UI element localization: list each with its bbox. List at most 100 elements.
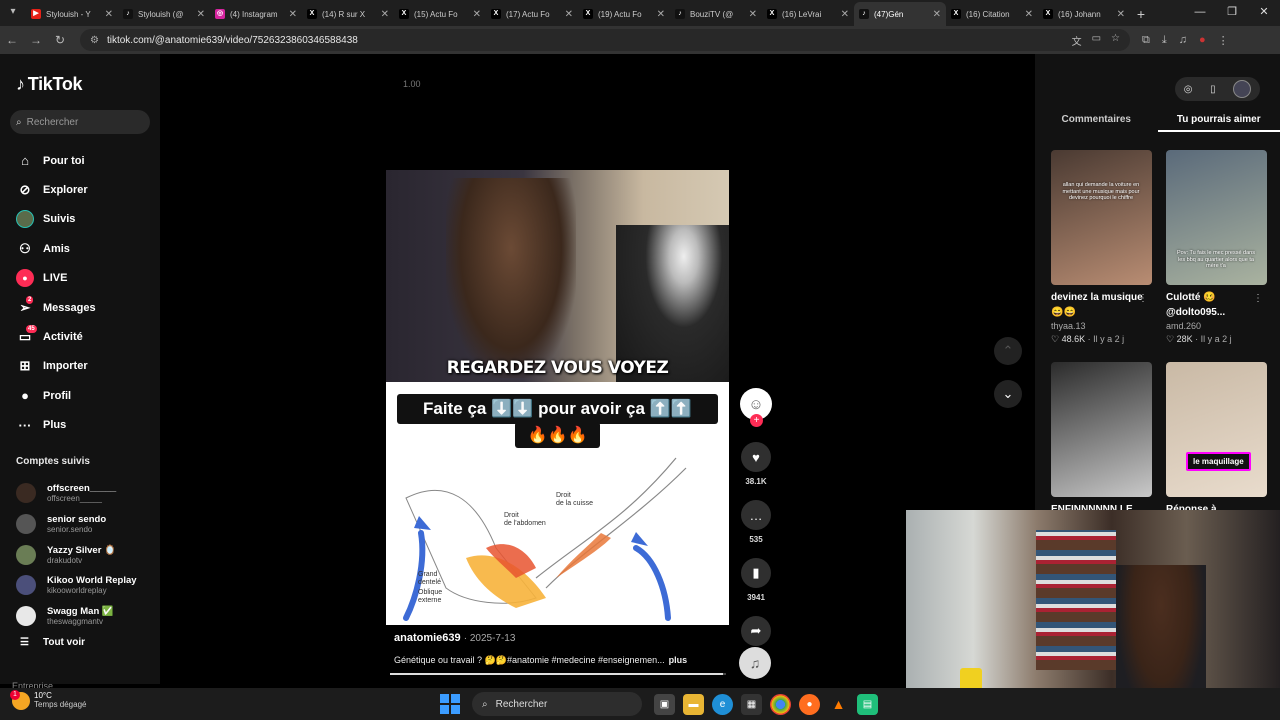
new-tab-button[interactable]: + <box>1130 2 1152 26</box>
firefox-icon[interactable]: ● <box>799 693 820 715</box>
video-thumbnail[interactable] <box>1051 362 1152 497</box>
close-tab-icon[interactable]: ✕ <box>289 9 297 20</box>
close-tab-icon[interactable]: ✕ <box>1025 9 1033 20</box>
more-link[interactable]: plus <box>669 655 688 665</box>
follow-plus-icon[interactable]: + <box>750 414 763 427</box>
comment-icon[interactable]: … <box>741 500 771 530</box>
close-tab-icon[interactable]: ✕ <box>841 9 849 20</box>
close-tab-icon[interactable]: ✕ <box>473 9 481 20</box>
recommended-video-card[interactable]: allan qui demande la voiture en mettant … <box>1051 150 1152 345</box>
browser-tab[interactable]: ♪ (47)Gén ✕ <box>854 2 946 26</box>
recommended-video-card[interactable]: ENFINNNNNN LE <box>1051 362 1152 517</box>
sidebar-item-live[interactable]: ● LIVE <box>0 264 160 293</box>
share-icon[interactable]: ➦ <box>741 616 771 646</box>
sidebar-item-activit[interactable]: ▭ 45 Activité <box>0 322 160 351</box>
followed-account[interactable]: Swagg Man ✅ theswaggmantv <box>0 601 160 632</box>
video-player[interactable]: REGARDEZ VOUS VOYEZ Droit de la cuisse D… <box>386 170 729 625</box>
profile-icon[interactable]: ● <box>1199 34 1206 47</box>
sidebar-item-suivis[interactable]: Suivis <box>0 205 160 234</box>
close-tab-icon[interactable]: ✕ <box>749 9 757 20</box>
vlc-icon[interactable]: ▲ <box>828 694 849 715</box>
followed-account[interactable]: Kikoo World Replay kikooworldreplay <box>0 570 160 601</box>
extensions-icon[interactable]: ⧉ <box>1142 34 1150 47</box>
app-icon[interactable]: ▤ <box>857 693 878 715</box>
upload-icon[interactable]: ◎ <box>1184 84 1193 95</box>
close-window-button[interactable]: ✕ <box>1248 0 1280 26</box>
media-controls-icon[interactable]: ♫ <box>1179 34 1187 47</box>
save-action[interactable]: ▮ 3941 <box>739 558 773 602</box>
store-icon[interactable]: ▦ <box>741 693 762 715</box>
weather-widget[interactable]: 1 10°C Temps dégagé <box>10 689 86 710</box>
more-options-icon[interactable]: ⋮ <box>1138 293 1148 304</box>
tab-search-icon[interactable]: ▾ <box>6 5 20 19</box>
close-tab-icon[interactable]: ✕ <box>105 9 113 20</box>
tab-comments[interactable]: Commentaires <box>1035 108 1158 132</box>
back-icon[interactable]: ← <box>0 33 24 47</box>
minimize-button[interactable]: — <box>1184 0 1216 26</box>
user-avatar[interactable] <box>1233 80 1252 98</box>
browser-tab[interactable]: X (15) Actu Fo ✕ <box>394 2 486 26</box>
playback-speed[interactable]: 1.00 <box>403 79 421 89</box>
search-input[interactable]: ⌕ Rechercher <box>10 110 150 134</box>
followed-account[interactable]: senior sendo senior.sendo <box>0 509 160 540</box>
browser-tab[interactable]: ♪ Stylouish (@ ✕ <box>118 2 210 26</box>
close-tab-icon[interactable]: ✕ <box>197 9 205 20</box>
see-all-link[interactable]: ☰ Tout voir <box>20 637 85 648</box>
download-icon[interactable]: ⤓ <box>1162 34 1167 47</box>
sidebar-item-plus[interactable]: ··· Plus <box>0 411 160 440</box>
sidebar-item-messages[interactable]: ➢ 2 Messages <box>0 293 160 322</box>
browser-tab[interactable]: X (16) Johann ✕ <box>1038 2 1130 26</box>
file-explorer-icon[interactable]: ▬ <box>683 693 704 715</box>
browser-tab[interactable]: ♪ BouziTV (@ ✕ <box>670 2 762 26</box>
browser-tab[interactable]: ▶ Stylouish - Y ✕ <box>26 2 118 26</box>
cast-icon[interactable]: ▭ <box>1092 33 1101 48</box>
url-bar[interactable]: ⚙ tiktok.com/@anatomie639/video/75263238… <box>80 29 1130 51</box>
browser-menu-icon[interactable]: ⋮ <box>1218 34 1229 47</box>
device-icon[interactable]: ▯ <box>1210 84 1216 95</box>
like-action[interactable]: ♥ 38.1K <box>739 442 773 486</box>
next-video-icon[interactable]: ⌄ <box>994 380 1022 408</box>
comment-action[interactable]: … 535 <box>739 500 773 544</box>
reload-icon[interactable]: ↻ <box>48 33 72 47</box>
sidebar-item-importer[interactable]: ⊞ Importer <box>0 352 160 381</box>
forward-icon[interactable]: → <box>24 33 48 47</box>
site-info-icon[interactable]: ⚙ <box>90 35 99 46</box>
bookmark-star-icon[interactable]: ☆ <box>1111 33 1120 48</box>
video-thumbnail[interactable]: le maquillage <box>1166 362 1267 497</box>
close-tab-icon[interactable]: ✕ <box>933 9 941 20</box>
previous-video-icon[interactable]: ⌃ <box>994 337 1022 365</box>
close-tab-icon[interactable]: ✕ <box>381 9 389 20</box>
followed-account[interactable]: Yazzy Silver 🪞 drakudotv <box>0 539 160 570</box>
maximize-button[interactable]: ❐ <box>1216 0 1248 26</box>
heart-icon[interactable]: ♥ <box>741 442 771 472</box>
taskbar-search[interactable]: ⌕ Rechercher <box>472 692 642 716</box>
bookmark-icon[interactable]: ▮ <box>741 558 771 588</box>
sidebar-item-explorer[interactable]: ⊘ Explorer <box>0 175 160 204</box>
sidebar-item-amis[interactable]: ⚇ Amis <box>0 234 160 263</box>
close-tab-icon[interactable]: ✕ <box>565 9 573 20</box>
followed-account[interactable]: offscreen_____ offscreen_____ <box>0 478 160 509</box>
browser-tab[interactable]: X (16) LeVrai ✕ <box>762 2 854 26</box>
recommended-video-card[interactable]: Pov: Tu fais le mec pressé dans les bbq … <box>1166 150 1267 345</box>
video-thumbnail[interactable]: Pov: Tu fais le mec pressé dans les bbq … <box>1166 150 1267 285</box>
browser-tab[interactable]: X (16) Citation ✕ <box>946 2 1038 26</box>
chrome-icon[interactable] <box>770 693 791 715</box>
browser-tab[interactable]: X (14) R sur X ✕ <box>302 2 394 26</box>
translate-icon[interactable]: 文 <box>1072 33 1082 48</box>
author-name[interactable]: anatomie639 <box>394 632 461 644</box>
more-options-icon[interactable]: ⋮ <box>1253 293 1263 304</box>
tab-recommended[interactable]: Tu pourrais aimer <box>1157 108 1280 132</box>
windows-start-icon[interactable] <box>440 694 460 714</box>
task-view-icon[interactable]: ▣ <box>654 693 675 715</box>
edge-icon[interactable]: e <box>712 693 733 715</box>
recommended-video-card[interactable]: le maquillageRéponse à <box>1166 362 1267 517</box>
sidebar-item-pourtoi[interactable]: ⌂ Pour toi <box>0 146 160 175</box>
music-disc-icon[interactable]: ♫ <box>739 647 771 679</box>
author-avatar[interactable]: ☺ + <box>740 388 772 427</box>
sidebar-item-profil[interactable]: ● Profil <box>0 381 160 410</box>
browser-tab[interactable]: ◎ (4) Instagram ✕ <box>210 2 302 26</box>
video-thumbnail[interactable]: allan qui demande la voiture en mettant … <box>1051 150 1152 285</box>
tiktok-logo[interactable]: ♪ TikTok <box>16 74 83 95</box>
browser-tab[interactable]: X (17) Actu Fo ✕ <box>486 2 578 26</box>
close-tab-icon[interactable]: ✕ <box>1117 9 1125 20</box>
